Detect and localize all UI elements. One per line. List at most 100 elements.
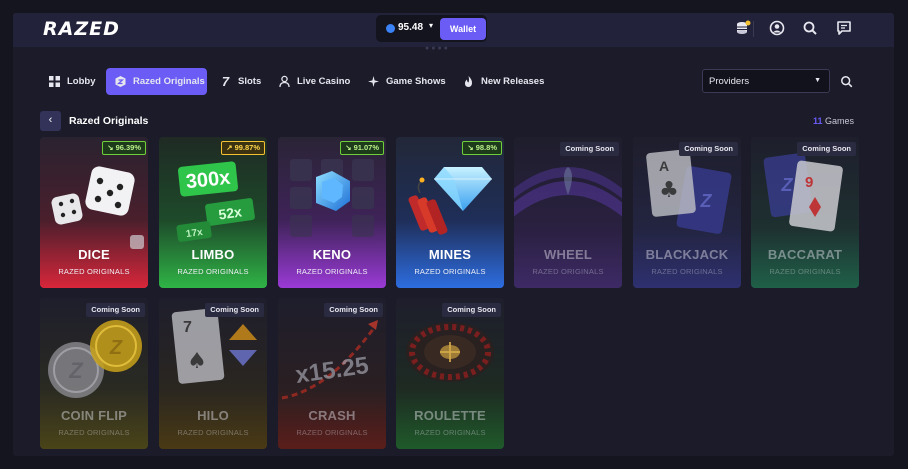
game-subtitle: RAZED ORIGINALS — [769, 267, 841, 276]
game-subtitle: RAZED ORIGINALS — [177, 267, 249, 276]
coins-stack-icon[interactable] — [735, 20, 751, 36]
providers-select[interactable]: Providers ▼ — [702, 69, 830, 93]
nav-new-releases[interactable]: New Releases — [454, 68, 552, 95]
rtp-value: 98.8% — [475, 143, 497, 152]
game-subtitle: RAZED ORIGINALS — [296, 267, 368, 276]
section-title: Razed Originals — [69, 115, 149, 127]
search-icon[interactable] — [802, 20, 818, 36]
currency-icon — [386, 24, 395, 33]
dice-artwork — [40, 137, 148, 288]
games-count-label: Games — [825, 116, 855, 126]
game-title: MINES — [428, 247, 472, 262]
razed-logo[interactable]: RAZED — [43, 18, 120, 40]
game-title: COIN FLIP — [60, 408, 128, 423]
nav-label: Game Shows — [386, 76, 446, 87]
coming-soon-badge: Coming Soon — [442, 303, 501, 317]
game-subtitle: RAZED ORIGINALS — [58, 428, 130, 437]
game-title: ROULETTE — [414, 408, 486, 423]
game-title: BLACKJACK — [645, 247, 729, 262]
razed-icon — [114, 75, 127, 88]
top-bar: RAZED 95.48 ▾ Wallet ●●●● — [13, 13, 894, 52]
nav-slots[interactable]: 7 Slots — [211, 68, 269, 95]
limbo-52x-text: 52x — [217, 203, 243, 222]
baccarat-card-back-text: Z — [781, 175, 794, 195]
balance-widget: 95.48 ▾ Wallet — [376, 15, 487, 42]
game-card-baccarat[interactable]: Z 9 Coming Soon BACCARAT RAZED ORIGINALS — [751, 137, 859, 288]
search-icon[interactable] — [840, 75, 853, 88]
game-title: CRASH — [308, 408, 356, 423]
chevron-down-icon: ▼ — [814, 77, 821, 84]
game-card-wheel[interactable]: Coming Soon WHEEL RAZED ORIGINALS — [514, 137, 622, 288]
rtp-badge: ↘ 98.8% — [462, 141, 502, 155]
flame-icon — [462, 75, 475, 88]
nav-razed-originals[interactable]: Razed Originals — [106, 68, 207, 95]
game-card-crash[interactable]: x15.25 Coming Soon CRASH RAZED ORIGINALS — [278, 298, 386, 449]
coming-soon-badge: Coming Soon — [324, 303, 383, 317]
svg-text:♣: ♣ — [659, 178, 679, 203]
game-card-coin-flip[interactable]: Z Z Coming Soon COIN FLIP RAZED ORIGINAL… — [40, 298, 148, 449]
game-card-hilo[interactable]: 7 ♠ Coming Soon HILO RAZED ORIGINALS — [159, 298, 267, 449]
game-card-roulette[interactable]: Coming Soon ROULETTE RAZED ORIGINALS — [396, 298, 504, 449]
game-title: LIMBO — [191, 247, 235, 262]
game-card-limbo[interactable]: 300x 52x 17x ↗ 99.87% LIMBO RAZED ORIGIN… — [159, 137, 267, 288]
sparkle-icon — [367, 75, 380, 88]
game-subtitle: RAZED ORIGINALS — [58, 267, 130, 276]
seven-icon: 7 — [221, 74, 230, 89]
baccarat-nine-text: 9 — [805, 174, 813, 191]
nav-live-casino[interactable]: Live Casino — [270, 68, 358, 95]
game-title: BACCARAT — [767, 247, 843, 262]
chevron-left-icon: ‹ — [48, 114, 53, 126]
rtp-badge: ↘ 96.39% — [102, 141, 146, 155]
chevron-down-icon[interactable]: ▾ — [429, 21, 433, 30]
rtp-value: 91.07% — [353, 143, 379, 152]
rtp-value: 99.87% — [234, 143, 260, 152]
wallet-button[interactable]: Wallet — [440, 18, 486, 40]
coming-soon-badge: Coming Soon — [560, 142, 619, 156]
limbo-artwork: 300x 52x 17x — [159, 137, 267, 288]
game-card-dice[interactable]: ↘ 96.39% DICE RAZED ORIGINALS — [40, 137, 148, 288]
hilo-seven-text: 7 — [183, 319, 192, 336]
coin-flip-artwork: Z Z — [40, 298, 148, 449]
game-subtitle: RAZED ORIGINALS — [296, 428, 368, 437]
game-card-keno[interactable]: ↘ 91.07% KENO RAZED ORIGINALS — [278, 137, 386, 288]
coin-gold-text: Z — [109, 337, 123, 359]
app-frame: RAZED 95.48 ▾ Wallet ●●●● Lobby Razed Or… — [13, 13, 894, 456]
chat-icon[interactable] — [836, 20, 852, 36]
crash-artwork: x15.25 — [278, 298, 386, 449]
rtp-badge: ↗ 99.87% — [221, 141, 265, 155]
nav-game-shows[interactable]: Game Shows — [359, 68, 454, 95]
nav-lobby[interactable]: Lobby — [40, 68, 104, 95]
divider — [753, 21, 754, 37]
keno-artwork — [278, 137, 386, 288]
game-subtitle: RAZED ORIGINALS — [414, 267, 486, 276]
game-card-mines[interactable]: ↘ 98.8% MINES RAZED ORIGINALS — [396, 137, 504, 288]
coming-soon-badge: Coming Soon — [797, 142, 856, 156]
limbo-300x-text: 300x — [185, 167, 232, 194]
user-icon[interactable] — [769, 20, 785, 36]
grid-icon — [48, 75, 61, 88]
balance-amount[interactable]: 95.48 — [398, 22, 423, 33]
coin-silver-text: Z — [68, 358, 84, 383]
nav-label: Live Casino — [297, 76, 351, 87]
back-button[interactable]: ‹ — [40, 111, 61, 131]
rtp-badge: ↘ 91.07% — [340, 141, 384, 155]
nav-label: Lobby — [67, 76, 96, 87]
rtp-value: 96.39% — [115, 143, 141, 152]
coming-soon-badge: Coming Soon — [205, 303, 264, 317]
carousel-dots: ●●●● — [425, 45, 450, 52]
coming-soon-badge: Coming Soon — [679, 142, 738, 156]
game-subtitle: RAZED ORIGINALS — [532, 267, 604, 276]
game-title: DICE — [78, 247, 110, 262]
game-subtitle: RAZED ORIGINALS — [177, 428, 249, 437]
dealer-icon — [278, 75, 291, 88]
games-count-number: 11 — [813, 116, 823, 126]
game-subtitle: RAZED ORIGINALS — [651, 267, 723, 276]
hilo-artwork: 7 ♠ — [159, 298, 267, 449]
nav-label: Slots — [238, 76, 262, 87]
game-card-blackjack[interactable]: Z A ♣ Coming Soon BLACKJACK RAZED ORIGIN… — [633, 137, 741, 288]
games-count: 11 Games — [813, 116, 854, 126]
baccarat-artwork: Z 9 — [751, 137, 859, 288]
wheel-artwork — [514, 137, 622, 288]
game-title: KENO — [312, 247, 352, 262]
blackjack-ace-text: A — [659, 158, 669, 174]
